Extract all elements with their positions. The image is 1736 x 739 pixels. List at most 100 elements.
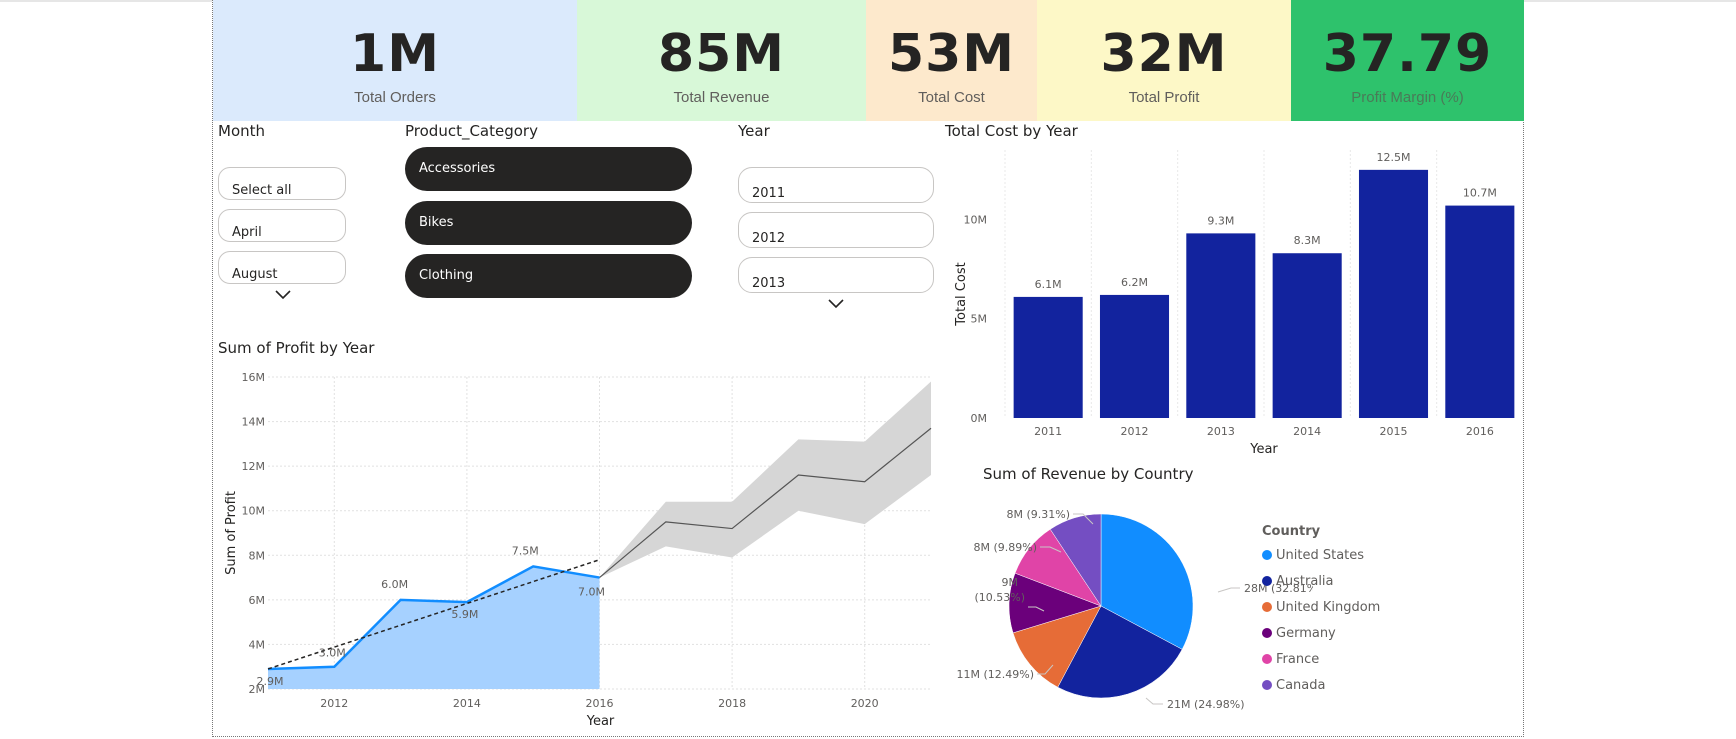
month-option-select-all[interactable]: Select all [218,167,346,200]
option-label: 2011 [752,186,786,201]
forecast-confidence-band [599,381,931,578]
x-tick-label: 2020 [851,697,879,710]
x-tick-label: 2014 [1293,425,1321,438]
y-tick-label: 8M [249,549,266,562]
x-tick-label: 2011 [1034,425,1062,438]
kpi-label: Total Orders [354,89,436,106]
y-tick-label: 10M [242,505,266,518]
year-slicer-title: Year [738,122,770,140]
bar-data-label: 6.2M [1121,276,1148,289]
kpi-card-total-orders[interactable]: 1M Total Orders [213,0,577,121]
cost-bar-2015[interactable] [1358,169,1429,418]
slice-label-france: 8M (9.89%) [973,541,1037,554]
legend-title: Country [1262,524,1321,539]
y-axis-title: Total Cost [954,262,969,326]
legend-marker [1262,654,1272,664]
legend-label: Germany [1276,626,1336,641]
kpi-value: 37.79 [1322,24,1493,84]
category-option-bikes[interactable]: Bikes [405,201,692,245]
x-axis-title: Year [586,714,615,729]
x-tick-label: 2016 [586,697,614,710]
profit-data-label: 6.0M [381,578,408,591]
y-axis-title: Sum of Profit [224,491,239,575]
x-tick-label: 2014 [453,697,481,710]
slice-label-australia: 21M (24.98%) [1167,698,1245,711]
category-option-accessories[interactable]: Accessories [405,147,692,191]
legend-item-united-kingdom[interactable]: United Kingdom [1262,600,1380,615]
year-option-2012[interactable]: 2012 [738,212,934,248]
option-label: 2012 [752,231,786,246]
bar-data-label: 6.1M [1035,278,1062,291]
x-axis-title: Year [1249,442,1278,457]
legend-item-australia[interactable]: Australia [1262,574,1334,589]
x-tick-label: 2015 [1380,425,1408,438]
legend-item-canada[interactable]: Canada [1262,678,1325,693]
month-slicer-title: Month [218,122,266,140]
legend-marker [1262,550,1272,560]
legend-label: United Kingdom [1276,600,1381,615]
chevron-down-icon[interactable] [275,290,291,300]
profit-data-label: 7.0M [578,586,605,599]
y-tick-label: 0M [971,412,988,425]
category-option-clothing[interactable]: Clothing [405,254,692,298]
kpi-label: Total Cost [918,89,985,106]
legend-marker [1262,680,1272,690]
profit-data-label: 7.5M [512,544,539,557]
option-label: 2013 [752,276,786,291]
x-tick-label: 2012 [1121,425,1149,438]
bar-data-label: 8.3M [1294,234,1321,247]
kpi-label: Total Revenue [673,89,770,106]
option-label: April [232,225,262,240]
cost-bar-2013[interactable] [1186,233,1256,418]
y-tick-label: 16M [242,371,266,384]
slice-label-united-kingdom: 11M (12.49%) [956,668,1034,681]
category-slicer-title: Product_Category [405,122,538,140]
cost-bar-2011[interactable] [1013,296,1083,418]
y-tick-label: 6M [249,594,266,607]
legend-item-united-states[interactable]: United States [1262,548,1364,563]
profit-area [268,566,600,689]
cost-bar-2012[interactable] [1099,294,1170,418]
bar-data-label: 10.7M [1463,187,1497,200]
legend-item-france[interactable]: France [1262,652,1319,667]
legend-item-germany[interactable]: Germany [1262,626,1336,641]
legend-label: Australia [1276,574,1334,589]
x-tick-label: 2016 [1466,425,1494,438]
option-label: August [232,267,278,282]
y-tick-label: 4M [249,638,266,651]
y-tick-label: 12M [242,460,266,473]
chevron-down-icon[interactable] [828,299,844,309]
profit-chart-title: Sum of Profit by Year [218,339,375,357]
month-option-august[interactable]: August [218,251,346,284]
report-canvas: 1M Total Orders 85M Total Revenue 53M To… [212,0,1524,737]
x-tick-label: 2013 [1207,425,1235,438]
kpi-card-profit-margin[interactable]: 37.79 Profit Margin (%) [1291,0,1524,121]
profit-data-label: 3.0M [319,647,346,660]
y-tick-label: 10M [964,213,988,226]
month-option-april[interactable]: April [218,209,346,242]
bar-data-label: 12.5M [1377,151,1411,164]
legend-marker [1262,576,1272,586]
year-option-2013[interactable]: 2013 [738,257,934,293]
x-tick-label: 2018 [718,697,746,710]
profit-data-label: 5.9M [451,608,478,621]
slice-label-germany-percent: (10.53%) [974,591,1025,604]
y-tick-label: 14M [242,416,266,429]
y-tick-label: 5M [971,313,988,326]
cost-bar-2016[interactable] [1445,205,1515,418]
kpi-card-total-revenue[interactable]: 85M Total Revenue [577,0,866,121]
kpi-card-total-profit[interactable]: 32M Total Profit [1037,0,1291,121]
kpi-card-total-cost[interactable]: 53M Total Cost [866,0,1037,121]
legend-label: Canada [1276,678,1326,693]
legend-label: France [1276,652,1320,667]
year-option-2011[interactable]: 2011 [738,167,934,203]
cost-bar-2014[interactable] [1272,253,1342,418]
profit-line-chart[interactable]: 16M14M12M10M8M6M4M2M2012 2014 2016 2018 2020… [213,360,933,735]
kpi-value: 1M [350,24,440,84]
legend-marker [1262,602,1272,612]
revenue-pie-chart[interactable]: 28M (32.81%) 21M (24.98%) 11M (12.49%) 9… [913,490,1313,720]
legend-label: United States [1276,548,1365,563]
cost-chart-title: Total Cost by Year [945,122,1078,140]
cost-bar-chart[interactable]: 10M 5M 0M 6.1M 2011 6.2M 2012 9.3M 2013 8.3M 2014 1… [945,140,1523,460]
kpi-label: Profit Margin (%) [1351,89,1464,106]
